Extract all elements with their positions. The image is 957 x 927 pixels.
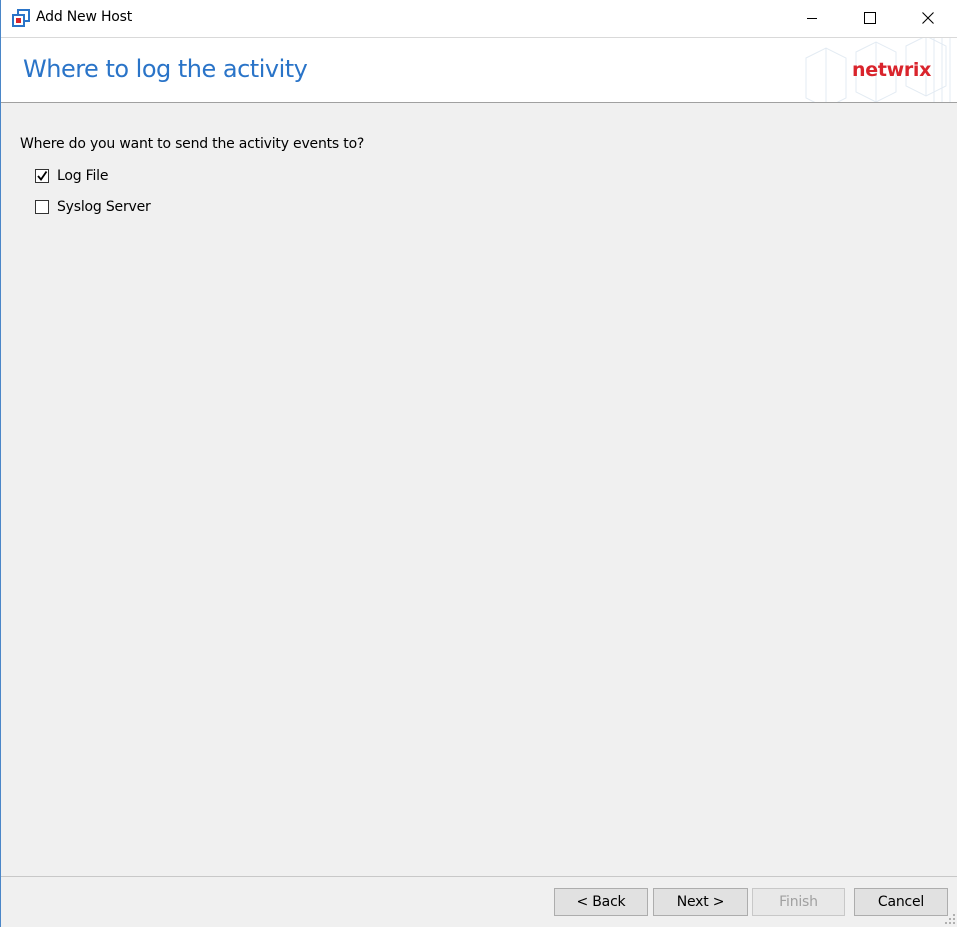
netwrix-logo: netwrix [852, 59, 932, 81]
destination-question: Where do you want to send the activity e… [20, 136, 365, 152]
wizard-content: Where do you want to send the activity e… [1, 102, 957, 876]
syslog-server-label: Syslog Server [57, 199, 151, 215]
next-button[interactable]: Next > [653, 888, 748, 916]
title-bar: Add New Host [1, 0, 957, 37]
finish-button[interactable]: Finish [752, 888, 845, 916]
log-file-label: Log File [57, 168, 109, 184]
checkbox-checked[interactable] [35, 169, 49, 183]
minimize-button[interactable] [783, 0, 841, 37]
maximize-icon [864, 9, 876, 28]
maximize-button[interactable] [841, 0, 899, 37]
checkbox-unchecked[interactable] [35, 200, 49, 214]
app-icon [12, 9, 30, 27]
checkmark-icon [37, 170, 48, 181]
syslog-server-checkbox[interactable]: Syslog Server [35, 198, 151, 216]
close-icon [922, 9, 934, 28]
back-button[interactable]: < Back [554, 888, 648, 916]
add-new-host-window: Add New Host Where to log the activity n… [0, 0, 957, 927]
footer-divider [1, 876, 957, 877]
resize-grip-icon[interactable] [944, 913, 956, 925]
page-title: Where to log the activity [23, 55, 308, 83]
log-file-checkbox[interactable]: Log File [35, 167, 108, 185]
window-title: Add New Host [36, 9, 133, 25]
wizard-header: Where to log the activity netwrix [1, 37, 957, 103]
minimize-icon [806, 9, 818, 28]
close-button[interactable] [899, 0, 957, 37]
cancel-button[interactable]: Cancel [854, 888, 948, 916]
